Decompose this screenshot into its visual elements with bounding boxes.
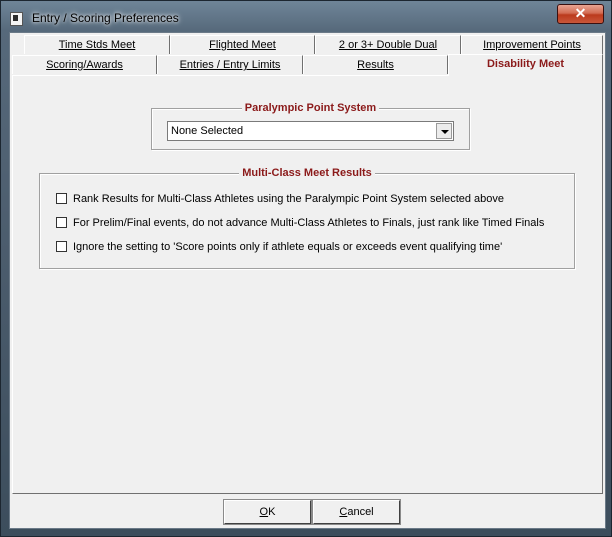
paralympic-point-system-group: Paralympic Point System None Selected bbox=[151, 102, 470, 150]
tab-label: Time Stds Meet bbox=[58, 39, 136, 51]
tab-label: Improvement Points bbox=[483, 39, 581, 51]
tab-label: Entries / Entry Limits bbox=[179, 59, 281, 71]
button-label-rest: K bbox=[268, 506, 276, 518]
tab-label: Scoring/Awards bbox=[46, 59, 123, 71]
tab-label: Results bbox=[357, 59, 394, 71]
button-label: OK bbox=[260, 506, 276, 518]
checkbox-label: Rank Results for Multi-Class Athletes us… bbox=[73, 193, 505, 205]
multiclass-title: Multi-Class Meet Results bbox=[239, 167, 375, 179]
tab-improvement-points[interactable]: Improvement Points bbox=[461, 35, 603, 54]
mnemonic: O bbox=[259, 506, 269, 518]
group-title: Paralympic Point System bbox=[152, 101, 469, 115]
tab-label: Flighted Meet bbox=[209, 39, 276, 51]
tab-double-dual[interactable]: 2 or 3+ Double Dual bbox=[315, 35, 461, 54]
tab-entries-entry-limits[interactable]: Entries / Entry Limits bbox=[157, 55, 303, 74]
checkbox[interactable] bbox=[56, 241, 67, 252]
close-icon[interactable]: ✕ bbox=[557, 4, 604, 24]
chevron-down-icon[interactable] bbox=[436, 123, 452, 139]
cancel-button[interactable]: Cancel bbox=[312, 499, 401, 525]
combo-value: None Selected bbox=[171, 125, 244, 137]
tab-disability-meet[interactable]: Disability Meet bbox=[448, 54, 603, 76]
checkbox[interactable] bbox=[56, 193, 67, 204]
window-title: Entry / Scoring Preferences bbox=[32, 11, 179, 25]
button-label-rest: ancel bbox=[347, 506, 374, 518]
checkbox-label: For Prelim/Final events, do not advance … bbox=[73, 217, 545, 229]
multi-class-results-group: Multi-Class Meet Results Rank Results fo… bbox=[39, 167, 575, 269]
tab-scoring-awards[interactable]: Scoring/Awards bbox=[12, 55, 157, 74]
paralympic-title: Paralympic Point System bbox=[241, 102, 380, 114]
group-title: Multi-Class Meet Results bbox=[40, 166, 574, 180]
button-label: Cancel bbox=[339, 506, 373, 518]
checkbox[interactable] bbox=[56, 217, 67, 228]
dialog-window: Entry / Scoring Preferences ✕ Time Stds … bbox=[0, 0, 612, 537]
ok-button[interactable]: OK bbox=[223, 499, 312, 525]
dialog-client: Time Stds Meet Flighted Meet 2 or 3+ Dou… bbox=[9, 32, 606, 529]
tab-results[interactable]: Results bbox=[303, 55, 448, 74]
tab-flighted-meet[interactable]: Flighted Meet bbox=[170, 35, 315, 54]
tab-time-stds-meet[interactable]: Time Stds Meet bbox=[24, 35, 170, 54]
checkbox-label: Ignore the setting to 'Score points only… bbox=[73, 241, 503, 253]
paralympic-point-system-select[interactable]: None Selected bbox=[167, 121, 454, 141]
tab-label: 2 or 3+ Double Dual bbox=[338, 39, 438, 51]
title-bar[interactable]: Entry / Scoring Preferences ✕ bbox=[1, 1, 611, 35]
tab-label: Disability Meet bbox=[486, 58, 565, 70]
app-icon bbox=[10, 12, 23, 26]
tab-page-disability-meet: Paralympic Point System None Selected Mu… bbox=[12, 75, 603, 494]
